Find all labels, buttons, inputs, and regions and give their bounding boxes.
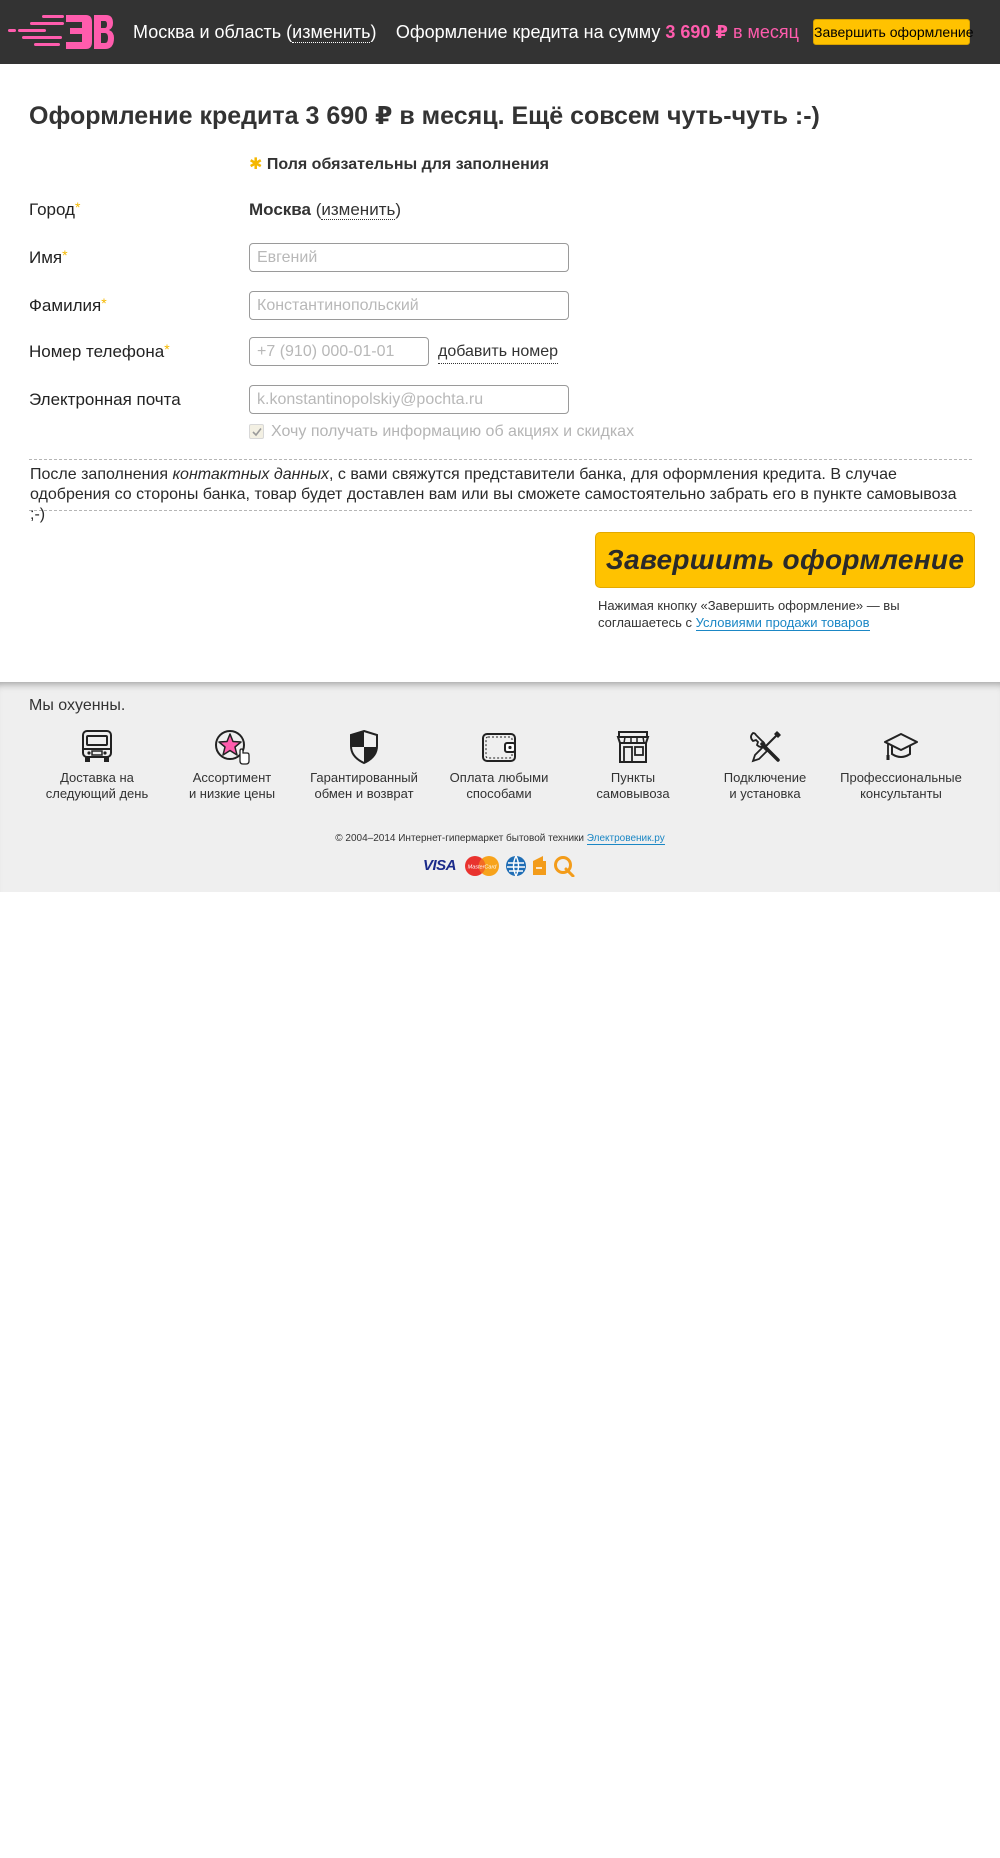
payment-methods: VISA MasterCard xyxy=(423,854,583,878)
required-mark: * xyxy=(101,295,107,311)
credit-summary-period: в месяц xyxy=(732,22,799,42)
phone-input[interactable] xyxy=(249,337,429,366)
email-label-text: Электронная почта xyxy=(29,390,181,409)
city-name: Москва xyxy=(249,200,311,219)
city-label: Город* xyxy=(29,199,80,221)
required-mark: * xyxy=(62,247,68,263)
wallet-icon xyxy=(482,733,516,762)
required-mark: * xyxy=(164,341,170,357)
agreement-text: Нажимая кнопку «Завершить оформление» — … xyxy=(598,597,978,631)
first-name-label: Имя* xyxy=(29,247,68,269)
phone-label: Номер телефона* xyxy=(29,341,170,363)
site-link[interactable]: Электровеник.ру xyxy=(586,833,665,845)
page-title-suffix: в месяц. Ещё совсем чуть-чуть :-) xyxy=(399,102,820,130)
required-note-text: Поля обязательны для заполнения xyxy=(266,156,549,173)
required-mark: * xyxy=(74,199,81,215)
yandex-money-icon xyxy=(533,856,546,875)
submit-button[interactable]: Завершить оформление xyxy=(595,532,975,588)
required-fields-note: ✱ Поля обязательны для заполнения xyxy=(249,155,549,175)
email-label: Электронная почта xyxy=(29,389,181,411)
header-finish-button[interactable]: Завершить оформление xyxy=(813,19,974,45)
first-name-label-text: Имя xyxy=(29,248,63,267)
last-name-label-text: Фамилия xyxy=(29,296,102,315)
page-title: Оформление кредита 3 690 ₽ в месяц. Ещё … xyxy=(29,100,820,132)
city-paren-close: ) xyxy=(395,200,402,219)
add-phone-link[interactable]: добавить номер xyxy=(438,341,559,364)
star-assortment-icon xyxy=(215,730,250,765)
region-selector: Москва и область (изменить) xyxy=(133,20,376,44)
feature-label: Гарантированный обмен и возврат xyxy=(310,770,418,801)
city-label-text: Город xyxy=(29,200,75,219)
last-name-input[interactable] xyxy=(249,291,569,320)
delivery-bus-icon xyxy=(82,730,112,762)
store-icon xyxy=(616,731,650,763)
feature-label: Пункты самовывоза xyxy=(596,770,670,801)
feature-assortment: Ассортимент и низкие цены xyxy=(165,729,299,802)
feature-payment: Оплата любыми способами xyxy=(432,729,566,802)
email-input[interactable] xyxy=(249,385,569,414)
footer-tagline: Мы охуенны. xyxy=(29,697,126,714)
terms-link[interactable]: Условиями продажи товаров xyxy=(695,615,870,631)
page-title-prefix: Оформление кредита xyxy=(29,102,299,130)
feature-pickup: Пункты самовывоза xyxy=(566,729,700,802)
info-note: После заполнения контактных данных, с ва… xyxy=(29,459,972,523)
logo[interactable] xyxy=(8,12,114,52)
submit-button-label: Завершить оформление xyxy=(605,544,965,575)
feature-installation: Подключение и установка xyxy=(698,729,832,802)
feature-label: Оплата любыми способами xyxy=(449,770,549,801)
feature-label: Подключение и установка xyxy=(723,770,807,801)
required-star-icon: ✱ xyxy=(249,156,263,173)
copyright-text: © 2004–2014 Интернет-гипермаркет бытовой… xyxy=(335,833,585,844)
phone-label-text: Номер телефона xyxy=(29,342,165,361)
top-header: Москва и область (изменить) Оформление к… xyxy=(0,0,1000,64)
last-name-label: Фамилия* xyxy=(29,295,107,317)
subscribe-label[interactable]: Хочу получать информацию об акциях и ски… xyxy=(271,421,634,443)
shield-icon xyxy=(350,729,378,765)
tools-icon xyxy=(750,731,781,763)
info-note-emphasis: контактных данных xyxy=(172,466,329,483)
graduation-cap-icon xyxy=(884,733,918,760)
credit-summary: Оформление кредита на сумму 3 690 ₽ в ме… xyxy=(396,20,799,44)
feature-label: Ассортимент и низкие цены xyxy=(188,770,276,801)
webmoney-icon xyxy=(506,855,526,877)
logo-icon xyxy=(8,15,114,49)
mastercard-label: MasterCard xyxy=(468,865,498,871)
region-label: Москва и область ( xyxy=(133,22,293,42)
footer: Мы охуенны. Доставка на следующий день А… xyxy=(0,682,1000,892)
first-name-input[interactable] xyxy=(249,243,569,272)
qiwi-icon xyxy=(554,856,575,877)
credit-summary-amount: 3 690 ₽ xyxy=(665,22,728,42)
city-value: Москва (изменить) xyxy=(249,199,401,221)
subscribe-checkbox[interactable] xyxy=(249,424,264,439)
credit-summary-amount-group: 3 690 ₽ в месяц xyxy=(665,22,799,42)
feature-label: Профессиональные консультанты xyxy=(840,770,962,801)
copyright: © 2004–2014 Интернет-гипермаркет бытовой… xyxy=(0,832,1000,846)
region-change-link[interactable]: изменить xyxy=(292,22,371,43)
feature-warranty: Гарантированный обмен и возврат xyxy=(297,729,431,802)
page-title-amount: 3 690 ₽ xyxy=(305,102,393,130)
visa-icon: VISA xyxy=(423,857,457,874)
checkmark-icon xyxy=(252,428,262,437)
region-paren: ) xyxy=(370,22,377,42)
mastercard-icon: MasterCard xyxy=(465,856,499,876)
city-change-link[interactable]: изменить xyxy=(321,200,396,220)
info-note-start: После заполнения xyxy=(30,466,173,483)
credit-summary-text: Оформление кредита на сумму xyxy=(395,22,661,42)
feature-label: Доставка на следующий день xyxy=(45,770,149,801)
feature-delivery: Доставка на следующий день xyxy=(30,729,164,802)
feature-consultants: Профессиональные консультанты xyxy=(834,729,968,802)
